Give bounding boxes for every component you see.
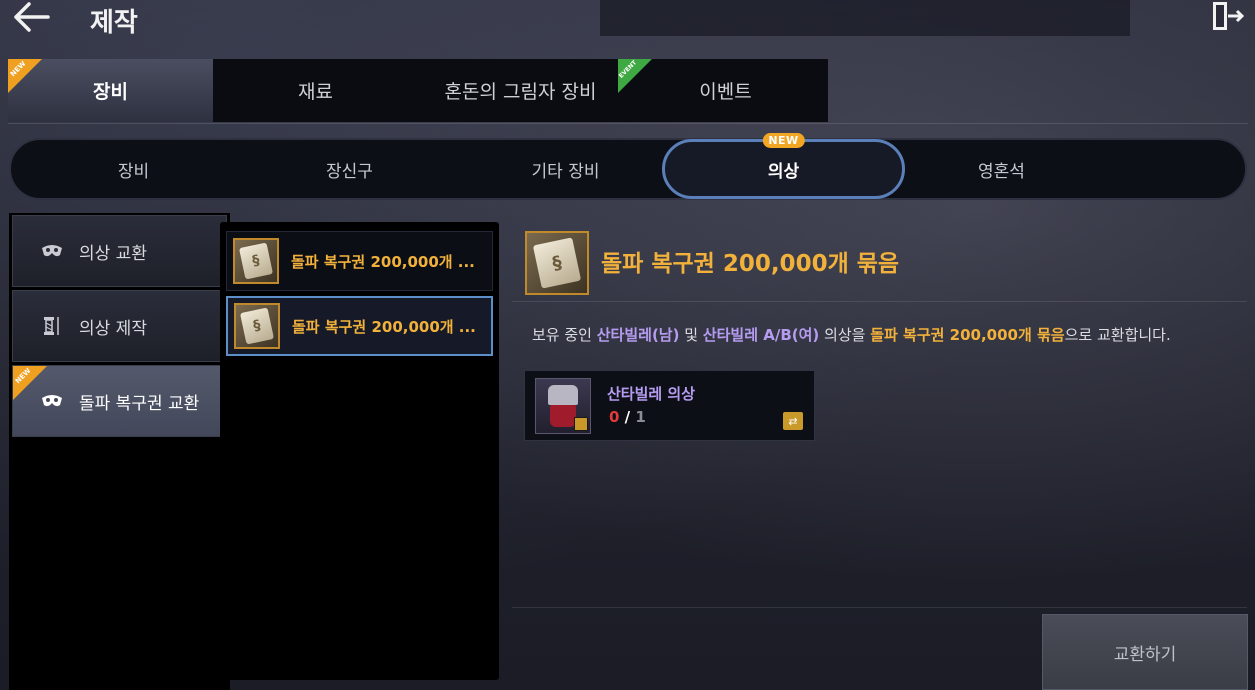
tab-label: 혼돈의 그림자 장비 bbox=[444, 81, 597, 103]
restore-scroll-icon: § bbox=[233, 238, 279, 284]
sub-tab-bar: 장비 장신구 기타 장비 NEW 의상 영혼석 bbox=[9, 133, 1247, 200]
recipe-item[interactable]: § 돌파 복구권 200,000개 ... bbox=[226, 231, 493, 291]
subtab-label: 기타 장비 bbox=[531, 161, 600, 182]
subtab-costume[interactable]: NEW 의상 bbox=[662, 133, 905, 199]
tab-equipment[interactable]: NEW 장비 bbox=[8, 59, 213, 122]
exit-door-icon bbox=[1213, 2, 1245, 30]
arrow-left-icon bbox=[14, 2, 50, 32]
page-title: 제작 bbox=[90, 8, 138, 38]
desc-text: 의상을 bbox=[819, 326, 871, 344]
tab-label: 재료 bbox=[298, 81, 333, 103]
exchange-mark-icon bbox=[574, 417, 588, 431]
restore-scroll-icon: § bbox=[234, 303, 280, 349]
category-label: 돌파 복구권 교환 bbox=[79, 393, 200, 414]
category-costume-craft[interactable]: 의상 제작 bbox=[12, 290, 227, 362]
swap-icon[interactable]: ⇄ bbox=[783, 412, 803, 430]
tab-event[interactable]: EVENT 이벤트 bbox=[618, 59, 828, 122]
desc-text: 보유 중인 bbox=[532, 326, 597, 344]
new-badge: NEW bbox=[762, 133, 805, 148]
exit-button[interactable] bbox=[1210, 0, 1246, 34]
category-costume-exchange[interactable]: 의상 교환 bbox=[12, 215, 227, 287]
subtab-equipment[interactable]: 장비 bbox=[31, 140, 236, 198]
category-panel: 의상 교환 의상 제작 NEW 돌파 복구권 교환 bbox=[9, 213, 230, 690]
subtab-label: 장신구 bbox=[326, 161, 373, 182]
detail-description: 보유 중인 산타빌레(남) 및 산타빌레 A/B(여) 의상을 돌파 복구권 2… bbox=[532, 324, 1171, 345]
desc-costume-female: 산타빌레 A/B(여) bbox=[702, 326, 820, 344]
category-breakthrough-restore-exchange[interactable]: NEW 돌파 복구권 교환 bbox=[12, 365, 227, 437]
desc-text: 으로 교환합니다. bbox=[1064, 326, 1171, 344]
tab-label: 이벤트 bbox=[699, 81, 752, 103]
restore-scroll-icon: § bbox=[525, 231, 589, 295]
recipe-label: 돌파 복구권 200,000개 ... bbox=[291, 252, 475, 271]
tab-label: 장비 bbox=[93, 81, 128, 103]
desc-reward: 돌파 복구권 200,000개 묶음 bbox=[870, 326, 1065, 344]
requirement-card[interactable]: 산타빌레 의상 0 / 1 ⇄ bbox=[524, 370, 815, 441]
recipe-list: § 돌파 복구권 200,000개 ... § 돌파 복구권 200,000개 … bbox=[220, 222, 499, 680]
spool-needle-icon bbox=[41, 315, 63, 337]
subtab-accessories[interactable]: 장신구 bbox=[247, 140, 452, 198]
recipe-item-selected[interactable]: § 돌파 복구권 200,000개 ... bbox=[226, 296, 493, 356]
divider bbox=[8, 123, 1248, 124]
main-tab-bar: NEW 장비 재료 혼돈의 그림자 장비 EVENT 이벤트 bbox=[8, 59, 828, 122]
exchange-button[interactable]: 교환하기 bbox=[1042, 614, 1248, 690]
desc-costume-male: 산타빌레(남) bbox=[596, 326, 680, 344]
category-label: 의상 교환 bbox=[79, 243, 147, 264]
subtab-other-equipment[interactable]: 기타 장비 bbox=[463, 140, 668, 198]
divider bbox=[512, 607, 1247, 608]
subtab-label: 영혼석 bbox=[978, 161, 1025, 182]
detail-title: 돌파 복구권 200,000개 묶음 bbox=[601, 251, 900, 277]
back-button[interactable] bbox=[12, 0, 52, 34]
count-need: 1 bbox=[635, 408, 646, 426]
tab-chaos-shadow-equipment[interactable]: 혼돈의 그림자 장비 bbox=[418, 59, 623, 122]
subtab-label: 의상 bbox=[767, 161, 800, 182]
count-have: 0 bbox=[609, 408, 620, 426]
top-info-strip bbox=[600, 0, 1130, 36]
subtab-soulstone[interactable]: 영혼석 bbox=[899, 140, 1104, 198]
requirement-name: 산타빌레 의상 bbox=[607, 385, 696, 403]
costume-icon bbox=[535, 378, 591, 434]
tab-materials[interactable]: 재료 bbox=[213, 59, 418, 122]
recipe-label: 돌파 복구권 200,000개 ... bbox=[292, 317, 476, 336]
desc-text: 및 bbox=[679, 326, 703, 344]
subtab-label: 장비 bbox=[117, 161, 150, 182]
count-separator: / bbox=[624, 408, 631, 426]
requirement-count: 0 / 1 bbox=[609, 408, 646, 426]
mask-icon bbox=[41, 240, 63, 262]
category-label: 의상 제작 bbox=[79, 318, 147, 339]
